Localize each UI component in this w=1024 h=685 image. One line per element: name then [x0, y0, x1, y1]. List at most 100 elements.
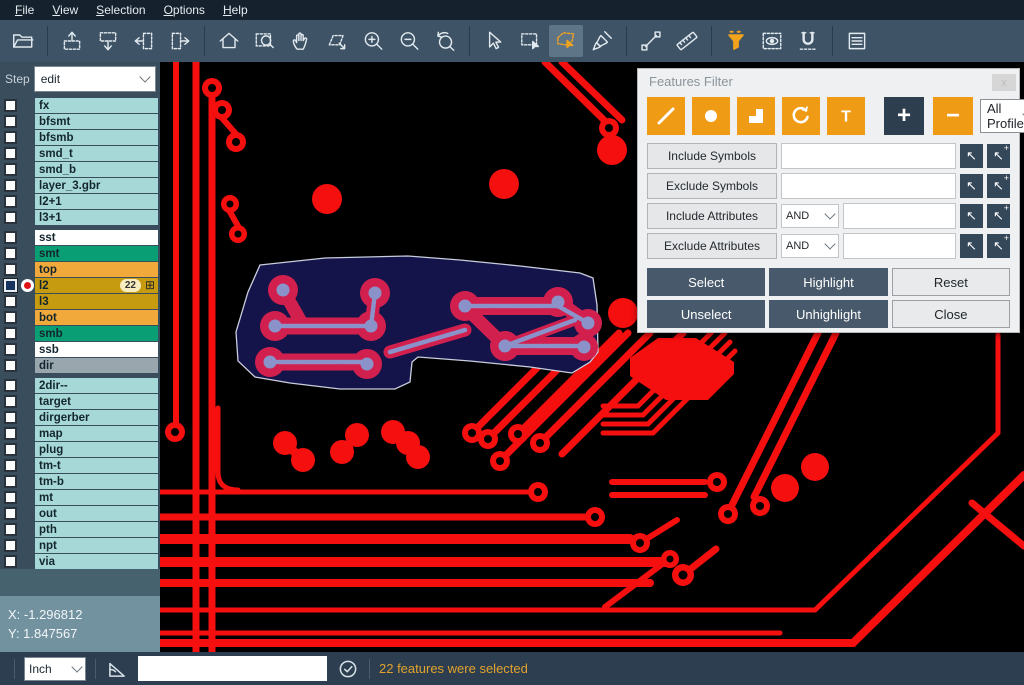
command-input[interactable] [138, 656, 327, 681]
layer-name[interactable]: plug [35, 442, 158, 457]
open-file-icon[interactable] [6, 25, 40, 57]
layer-row-dir[interactable]: dir [0, 358, 160, 373]
layer-name[interactable]: dirgerber [35, 410, 158, 425]
pan-hand-icon[interactable] [284, 25, 318, 57]
layer-row-plug[interactable]: plug [0, 442, 160, 457]
layer-visibility-checkbox[interactable] [0, 195, 20, 208]
layer-visibility-checkbox[interactable] [0, 411, 20, 424]
layer-visibility-checkbox[interactable] [0, 523, 20, 536]
home-view-icon[interactable] [212, 25, 246, 57]
layer-name[interactable]: map [35, 426, 158, 441]
layer-name[interactable]: l222⊞ [35, 278, 158, 293]
menu-help[interactable]: Help [214, 1, 257, 19]
layer-name[interactable]: tm-t [35, 458, 158, 473]
layer-row-top[interactable]: top [0, 262, 160, 277]
layer-row-l2[interactable]: l222⊞ [0, 278, 160, 293]
layer-row-bfsmb[interactable]: bfsmb [0, 130, 160, 145]
pan-right-icon[interactable] [163, 25, 197, 57]
include-attributes-input[interactable] [843, 203, 956, 229]
layer-visibility-checkbox[interactable] [0, 555, 20, 568]
step-combo[interactable]: edit [34, 66, 156, 92]
pick-symbol-icon[interactable]: ↖ [960, 144, 983, 168]
exclude-attributes-input[interactable] [843, 233, 956, 259]
layer-row-sst[interactable]: sst [0, 230, 160, 245]
layer-row-npt[interactable]: npt [0, 538, 160, 553]
menu-options[interactable]: Options [155, 1, 214, 19]
layer-name[interactable]: fx [35, 98, 158, 113]
layer-name[interactable]: smt [35, 246, 158, 261]
layer-row-bfsmt[interactable]: bfsmt [0, 114, 160, 129]
select-polygon-icon[interactable] [549, 25, 583, 57]
zoom-in-icon[interactable] [356, 25, 390, 57]
layer-row-l3[interactable]: l3 [0, 294, 160, 309]
layer-visibility-checkbox[interactable] [0, 459, 20, 472]
filter-remove-button[interactable]: − [933, 97, 973, 135]
layer-name[interactable]: sst [35, 230, 158, 245]
layer-name[interactable]: smd_t [35, 146, 158, 161]
highlight-button[interactable]: Highlight [769, 268, 887, 296]
dialog-titlebar[interactable]: Features Filter x [638, 69, 1019, 94]
layer-name[interactable]: out [35, 506, 158, 521]
layer-visibility-checkbox[interactable] [0, 211, 20, 224]
close-button[interactable]: Close [892, 300, 1010, 328]
layer-name[interactable]: pth [35, 522, 158, 537]
refresh-check-icon[interactable] [336, 657, 360, 681]
exclude-symbols-button[interactable]: Exclude Symbols [647, 173, 777, 199]
include-symbols-button[interactable]: Include Symbols [647, 143, 777, 169]
filter-line-button[interactable] [647, 97, 685, 135]
layer-name[interactable]: target [35, 394, 158, 409]
layer-visibility-checkbox[interactable] [0, 443, 20, 456]
unselect-button[interactable]: Unselect [647, 300, 765, 328]
layer-row-via[interactable]: via [0, 554, 160, 569]
pick-attribute-icon[interactable]: ↖ [960, 204, 983, 228]
layer-name[interactable]: 2dir-- [35, 378, 158, 393]
filter-surface-button[interactable] [737, 97, 775, 135]
zoom-previous-icon[interactable] [428, 25, 462, 57]
layers-panel-icon[interactable] [840, 25, 874, 57]
menu-view[interactable]: View [43, 1, 87, 19]
pan-left-icon[interactable] [127, 25, 161, 57]
ruler-icon[interactable] [670, 25, 704, 57]
layer-visibility-checkbox[interactable] [0, 475, 20, 488]
layer-name[interactable]: npt [35, 538, 158, 553]
layer-name[interactable]: bot [35, 310, 158, 325]
layer-row-map[interactable]: map [0, 426, 160, 441]
layer-row-pth[interactable]: pth [0, 522, 160, 537]
layer-visibility-checkbox[interactable] [0, 279, 20, 292]
layer-visibility-checkbox[interactable] [0, 263, 20, 276]
layer-name[interactable]: ssb [35, 342, 158, 357]
layer-row-bot[interactable]: bot [0, 310, 160, 325]
reset-button[interactable]: Reset [892, 268, 1010, 296]
unhighlight-button[interactable]: Unhighlight [769, 300, 887, 328]
layer-row-tm-b[interactable]: tm-b [0, 474, 160, 489]
layer-row-smd_b[interactable]: smd_b [0, 162, 160, 177]
layer-visibility-checkbox[interactable] [0, 179, 20, 192]
layer-name[interactable]: smd_b [35, 162, 158, 177]
layer-name[interactable]: l3 [35, 294, 158, 309]
layer-row-smb[interactable]: smb [0, 326, 160, 341]
pan-up-icon[interactable] [55, 25, 89, 57]
pan-down-icon[interactable] [91, 25, 125, 57]
layer-visibility-checkbox[interactable] [0, 311, 20, 324]
filter-add-button[interactable]: + [884, 97, 924, 135]
layer-name[interactable]: l3+1 [35, 210, 158, 225]
layer-name[interactable]: smb [35, 326, 158, 341]
layer-name[interactable]: l2+1 [35, 194, 158, 209]
layer-visibility-checkbox[interactable] [0, 327, 20, 340]
zoom-selection-icon[interactable] [320, 25, 354, 57]
layer-name[interactable]: layer_3.gbr [35, 178, 158, 193]
layer-visibility-checkbox[interactable] [0, 343, 20, 356]
filter-arc-button[interactable] [782, 97, 820, 135]
pick-add-attribute-icon[interactable]: ↖+ [987, 234, 1010, 258]
pick-symbol-icon[interactable]: ↖ [960, 174, 983, 198]
layer-visibility-checkbox[interactable] [0, 491, 20, 504]
exclude-symbols-input[interactable] [781, 173, 956, 199]
layer-name[interactable]: top [35, 262, 158, 277]
layer-name[interactable]: bfsmb [35, 130, 158, 145]
layer-visibility-checkbox[interactable] [0, 163, 20, 176]
pick-add-symbol-icon[interactable]: ↖+ [987, 144, 1010, 168]
clear-brush-icon[interactable] [585, 25, 619, 57]
layer-row-smt[interactable]: smt [0, 246, 160, 261]
layer-visibility-checkbox[interactable] [0, 539, 20, 552]
layer-visibility-checkbox[interactable] [0, 231, 20, 244]
